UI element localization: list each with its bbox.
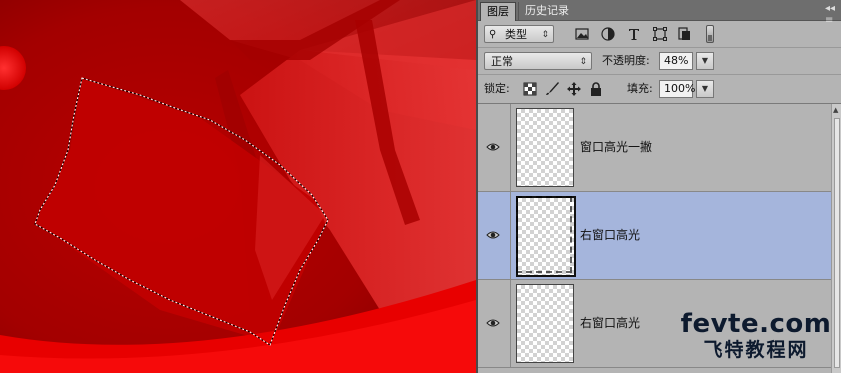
visibility-cell[interactable]	[478, 104, 511, 191]
layer-thumbnail	[516, 196, 576, 277]
blend-mode-dropdown[interactable]: 正常 ⇕	[484, 52, 592, 70]
chevron-updown-icon: ⇕	[579, 57, 587, 67]
lock-position-icon[interactable]	[566, 81, 582, 97]
visibility-cell[interactable]	[478, 192, 511, 279]
watermark-domain: fevte.com	[680, 309, 832, 339]
tab-layers[interactable]: 图层	[480, 2, 516, 21]
blend-row: 正常 ⇕ 不透明度: 48% ▼	[478, 48, 841, 75]
scroll-up-icon[interactable]: ▲	[833, 106, 838, 114]
eye-icon[interactable]	[486, 317, 500, 329]
filter-kind-label: 类型	[505, 28, 527, 41]
visibility-cell[interactable]	[478, 280, 511, 367]
blend-mode-value: 正常	[491, 55, 513, 68]
layer-name: 右窗口高光	[580, 316, 641, 330]
lock-all-icon[interactable]	[588, 81, 604, 97]
opacity-field[interactable]: 48%	[659, 52, 693, 70]
type-filter-icon[interactable]	[626, 26, 642, 42]
eye-icon[interactable]	[486, 141, 500, 153]
lock-image-icon[interactable]	[544, 81, 560, 97]
shape-filter-icon[interactable]	[652, 26, 668, 42]
tab-history[interactable]: 历史记录	[518, 2, 575, 20]
layer-name: 右窗口高光	[580, 228, 641, 242]
watermark-site-name: 飞特教程网	[703, 339, 809, 361]
chevron-updown-icon: ⇕	[541, 30, 549, 40]
watermark: fevte.com 飞特教程网	[676, 310, 836, 362]
panel-tab-bar: 图层 历史记录 ◂◂ ≡	[478, 0, 841, 26]
filter-toggle-icon[interactable]	[706, 25, 714, 43]
opacity-label: 不透明度:	[602, 54, 650, 67]
layer-thumbnail	[516, 108, 574, 187]
lock-row: 锁定: 填充: 100% ▼	[478, 75, 841, 104]
eye-icon[interactable]	[486, 229, 500, 241]
opacity-dropdown-button[interactable]: ▼	[696, 52, 714, 70]
pixel-filter-icon[interactable]	[574, 26, 590, 42]
adjustment-filter-icon[interactable]	[600, 26, 616, 42]
smart-object-filter-icon[interactable]	[676, 26, 692, 42]
layer-row-selected[interactable]: 右窗口高光	[478, 192, 831, 280]
layer-filter-row: ⚲ 类型 ⇕	[478, 21, 841, 48]
fill-dropdown-button[interactable]: ▼	[696, 80, 714, 98]
filter-kind-dropdown[interactable]: ⚲ 类型 ⇕	[484, 25, 554, 43]
layer-name: 窗口高光一撇	[580, 140, 653, 154]
canvas-artwork	[0, 0, 476, 373]
search-icon: ⚲	[489, 29, 497, 40]
lock-label: 锁定:	[484, 82, 510, 95]
layer-thumbnail	[516, 284, 574, 363]
fill-field[interactable]: 100%	[659, 80, 695, 98]
document-canvas[interactable]	[0, 0, 476, 373]
thumbnail-selection-corners	[516, 196, 572, 273]
layer-row[interactable]: 窗口高光一撇	[478, 104, 831, 192]
fill-label: 填充:	[627, 82, 653, 95]
lock-transparent-icon[interactable]	[522, 81, 538, 97]
